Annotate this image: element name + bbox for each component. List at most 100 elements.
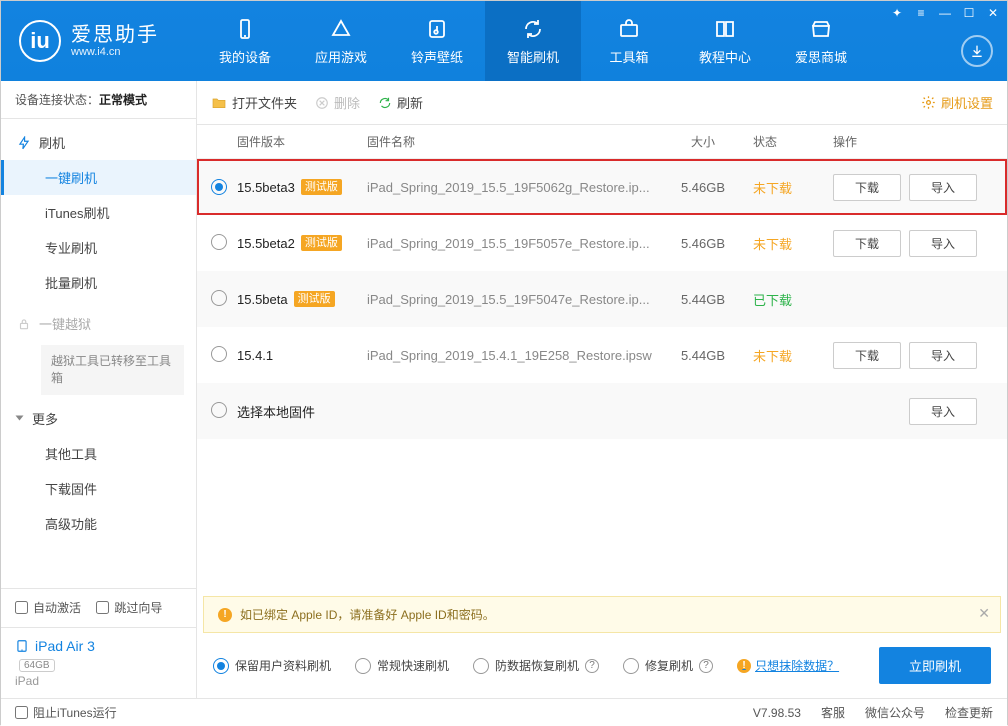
app-header: iu 爱思助手 www.i4.cn 我的设备 应用游戏 铃声壁纸 智能刷机 工具… xyxy=(1,1,1007,81)
nav-tutor[interactable]: 教程中心 xyxy=(677,1,773,81)
beta-tag: 测试版 xyxy=(294,291,335,307)
table-row[interactable]: 选择本地固件导入 xyxy=(197,383,1007,439)
beta-tag: 测试版 xyxy=(301,235,342,251)
flash-now-button[interactable]: 立即刷机 xyxy=(879,647,991,684)
firmware-name: iPad_Spring_2019_15.5_19F5047e_Restore.i… xyxy=(367,292,663,307)
table-row[interactable]: 15.4.1iPad_Spring_2019_15.4.1_19E258_Res… xyxy=(197,327,1007,383)
block-itunes-checkbox[interactable]: 阻止iTunes运行 xyxy=(15,704,117,721)
version-label: V7.98.53 xyxy=(753,706,801,720)
row-radio[interactable] xyxy=(211,234,227,250)
music-icon xyxy=(425,17,449,41)
download-button[interactable]: 下载 xyxy=(833,230,901,257)
tip-close-button[interactable]: ✕ xyxy=(978,605,990,622)
group-flash[interactable]: 刷机 xyxy=(1,125,196,160)
wechat-link[interactable]: 微信公众号 xyxy=(865,704,925,721)
col-size: 大小 xyxy=(663,133,743,150)
device-name: iPad Air 3 xyxy=(35,638,95,654)
auto-activate-checkbox[interactable]: 自动激活 xyxy=(15,599,81,616)
table-row[interactable]: 15.5beta2测试版iPad_Spring_2019_15.5_19F505… xyxy=(197,215,1007,271)
row-radio[interactable] xyxy=(211,402,227,418)
sidebar-item-itunes[interactable]: iTunes刷机 xyxy=(1,195,196,230)
beta-tag: 测试版 xyxy=(301,179,342,195)
version-text: 15.4.1 xyxy=(237,348,273,363)
bolt-icon xyxy=(17,136,31,150)
window-controls: ✦ ≡ — ☐ ✕ xyxy=(889,5,1001,21)
group-jailbreak[interactable]: 一键越狱 xyxy=(1,306,196,341)
connection-status: 设备连接状态：正常模式 xyxy=(1,81,196,119)
status-label: 设备连接状态： xyxy=(15,93,99,107)
import-button[interactable]: 导入 xyxy=(909,230,977,257)
warning-icon: ! xyxy=(737,659,751,673)
import-button[interactable]: 导入 xyxy=(909,174,977,201)
ops-cell: 导入 xyxy=(833,398,993,425)
minimize-icon[interactable]: — xyxy=(937,5,953,21)
nav-ring[interactable]: 铃声壁纸 xyxy=(389,1,485,81)
group-more[interactable]: 更多 xyxy=(1,401,196,436)
settings-button[interactable]: 刷机设置 xyxy=(921,93,993,112)
update-link[interactable]: 检查更新 xyxy=(945,704,993,721)
nav-toolbox[interactable]: 工具箱 xyxy=(581,1,677,81)
help-icon[interactable]: ? xyxy=(585,659,599,673)
store-icon xyxy=(809,17,833,41)
flash-opt-keep[interactable]: 保留用户资料刷机 xyxy=(213,657,331,674)
open-folder-button[interactable]: 打开文件夹 xyxy=(211,93,297,112)
wc-extra1-icon[interactable]: ✦ xyxy=(889,5,905,21)
nav-label: 爱思商城 xyxy=(795,47,847,66)
table-row[interactable]: 15.5beta 测试版 iPad_Spring_2019_15.5_19F5047… xyxy=(197,271,1007,327)
sidebar-item-download[interactable]: 下载固件 xyxy=(1,471,196,506)
toolbox-icon xyxy=(617,17,641,41)
support-link[interactable]: 客服 xyxy=(821,704,845,721)
tip-text: 如已绑定 Apple ID，请准备好 Apple ID和密码。 xyxy=(240,606,495,623)
group-title: 更多 xyxy=(32,409,58,428)
sidebar-item-batch[interactable]: 批量刷机 xyxy=(1,265,196,300)
flash-opt-repair[interactable]: 修复刷机? xyxy=(623,657,713,674)
row-radio[interactable] xyxy=(211,290,227,306)
size-text: 5.44GB xyxy=(663,292,743,307)
nav-store[interactable]: 爱思商城 xyxy=(773,1,869,81)
jailbreak-note: 越狱工具已转移至工具箱 xyxy=(41,345,184,395)
table-row[interactable]: 15.5beta3测试版iPad_Spring_2019_15.5_19F506… xyxy=(197,159,1007,215)
nav-apps[interactable]: 应用游戏 xyxy=(293,1,389,81)
nav-device[interactable]: 我的设备 xyxy=(197,1,293,81)
flash-opt-normal[interactable]: 常规快速刷机 xyxy=(355,657,449,674)
nav-flash[interactable]: 智能刷机 xyxy=(485,1,581,81)
row-radio[interactable] xyxy=(211,179,227,195)
flash-opt-antirecover[interactable]: 防数据恢复刷机? xyxy=(473,657,599,674)
device-icon xyxy=(233,17,257,41)
lock-icon xyxy=(17,317,31,331)
close-icon[interactable]: ✕ xyxy=(985,5,1001,21)
sidebar-item-advanced[interactable]: 高级功能 xyxy=(1,506,196,541)
version-text: 15.5beta2 xyxy=(237,236,295,251)
flash-options: 保留用户资料刷机 常规快速刷机 防数据恢复刷机? 修复刷机? !只想抹除数据？ … xyxy=(197,633,1007,698)
row-radio[interactable] xyxy=(211,346,227,362)
erase-data-link[interactable]: !只想抹除数据？ xyxy=(737,657,839,674)
download-button[interactable]: 下载 xyxy=(833,174,901,201)
sidebar-item-oneclick[interactable]: 一键刷机 xyxy=(1,160,196,195)
refresh-button[interactable]: 刷新 xyxy=(378,93,423,112)
device-info[interactable]: iPad Air 3 64GB iPad xyxy=(1,627,196,698)
table-header: 固件版本 固件名称 大小 状态 操作 xyxy=(197,125,1007,159)
col-status: 状态 xyxy=(743,133,833,150)
sidebar-item-pro[interactable]: 专业刷机 xyxy=(1,230,196,265)
sidebar-options: 自动激活 跳过向导 xyxy=(1,588,196,627)
status-text: 已下载 xyxy=(743,290,833,309)
import-button[interactable]: 导入 xyxy=(909,342,977,369)
version-text: 15.5beta xyxy=(237,292,288,307)
status-bar: 阻止iTunes运行 V7.98.53 客服 微信公众号 检查更新 xyxy=(1,698,1007,726)
download-button[interactable] xyxy=(961,35,993,67)
nav-label: 我的设备 xyxy=(219,47,271,66)
nav-label: 铃声壁纸 xyxy=(411,47,463,66)
col-ops: 操作 xyxy=(833,133,993,150)
wc-menu-icon[interactable]: ≡ xyxy=(913,5,929,21)
maximize-icon[interactable]: ☐ xyxy=(961,5,977,21)
download-button[interactable]: 下载 xyxy=(833,342,901,369)
folder-icon xyxy=(211,95,227,111)
sidebar-item-other[interactable]: 其他工具 xyxy=(1,436,196,471)
warning-icon: ! xyxy=(218,608,232,622)
sidebar-list: 刷机 一键刷机 iTunes刷机 专业刷机 批量刷机 一键越狱 越狱工具已转移至… xyxy=(1,119,196,588)
help-icon[interactable]: ? xyxy=(699,659,713,673)
refresh-icon xyxy=(378,96,392,110)
skip-guide-checkbox[interactable]: 跳过向导 xyxy=(96,599,162,616)
apple-id-tip: ! 如已绑定 Apple ID，请准备好 Apple ID和密码。 ✕ xyxy=(203,596,1001,633)
import-button[interactable]: 导入 xyxy=(909,398,977,425)
